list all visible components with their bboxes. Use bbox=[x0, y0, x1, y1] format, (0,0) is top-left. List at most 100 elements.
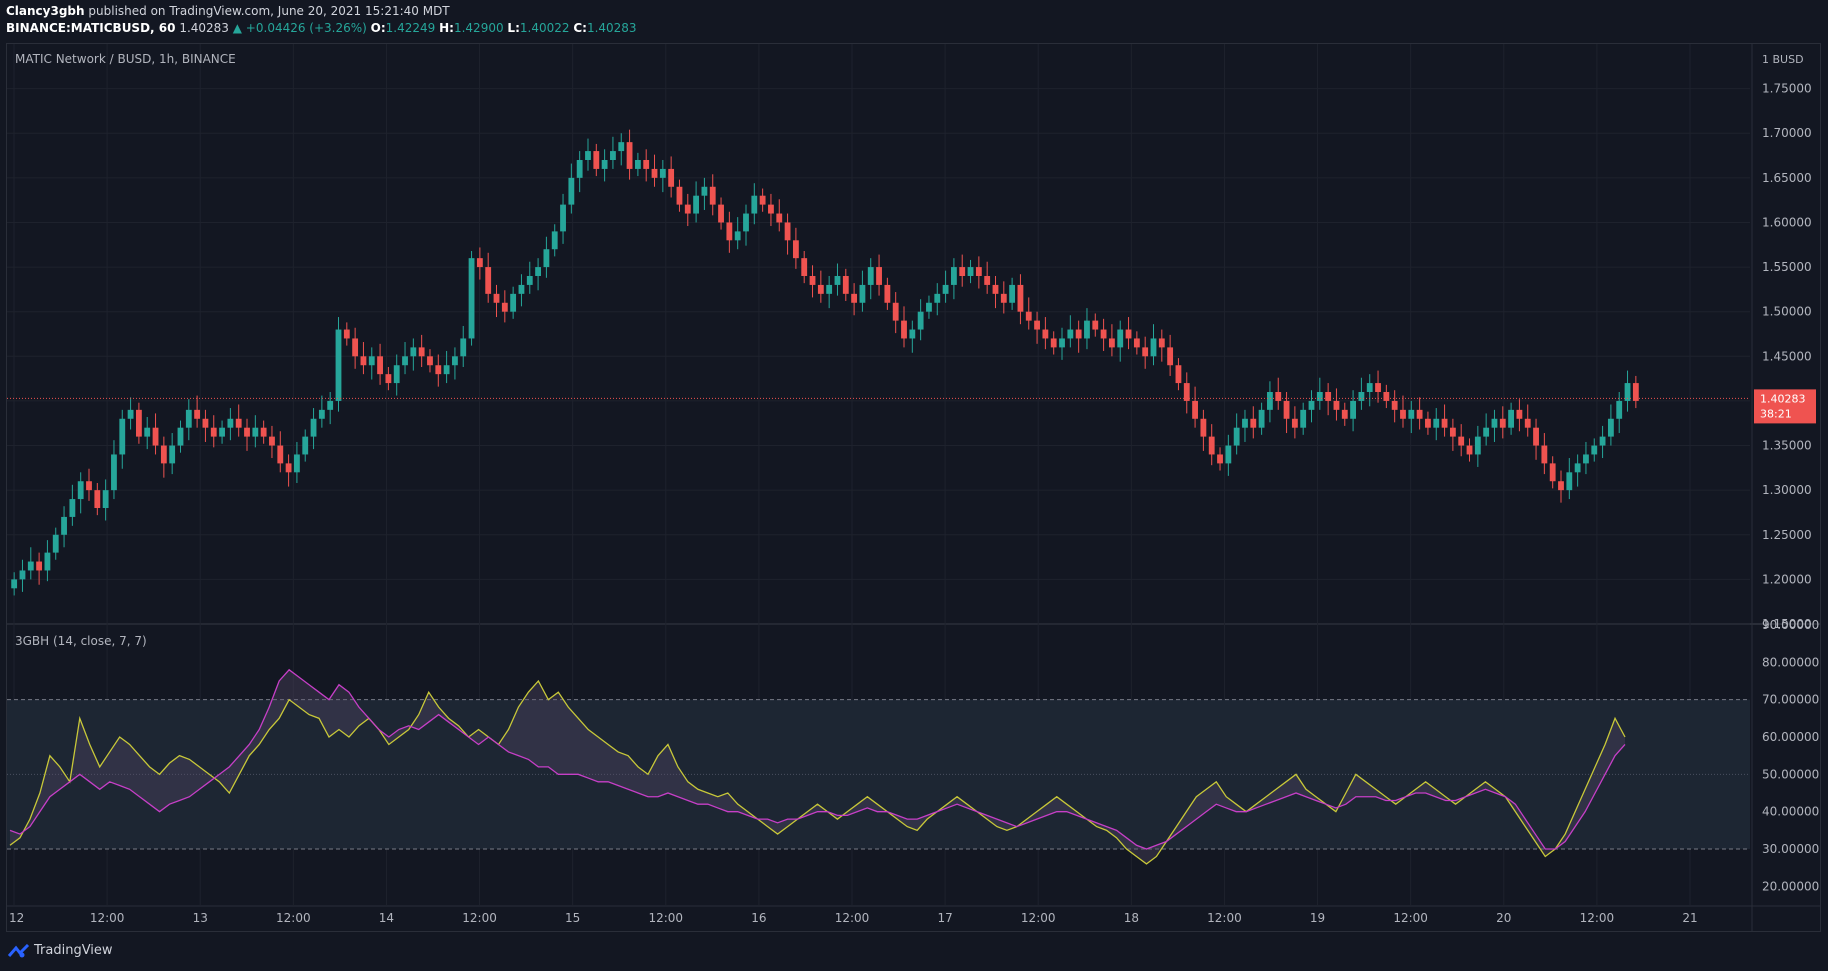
candle-body bbox=[294, 454, 300, 473]
candle-body bbox=[144, 427, 151, 437]
candle-body bbox=[1607, 418, 1614, 437]
footer: TradingView bbox=[0, 932, 1828, 971]
indicator-pane-title: 3GBH (14, close, 7, 7) bbox=[15, 634, 147, 648]
candle-body bbox=[942, 284, 949, 294]
candle-body bbox=[610, 151, 616, 160]
tradingview-logo-icon bbox=[8, 943, 30, 957]
candle-body bbox=[718, 204, 724, 223]
candle-body bbox=[385, 374, 392, 384]
candle-body bbox=[1483, 427, 1490, 437]
price-tick-label: 1.45000 bbox=[1762, 349, 1812, 363]
candle-body bbox=[1100, 329, 1107, 339]
time-tick-label: 12:00 bbox=[276, 911, 311, 925]
time-tick-label: 12:00 bbox=[90, 911, 125, 925]
candle-body bbox=[1566, 472, 1573, 491]
candle-body bbox=[867, 267, 874, 285]
time-tick-label: 12:00 bbox=[648, 911, 683, 925]
candle-body bbox=[842, 276, 849, 294]
candle-body bbox=[1466, 445, 1473, 455]
candle-body bbox=[327, 400, 334, 410]
price-tick-label: 1.70000 bbox=[1762, 126, 1812, 140]
candle-body bbox=[585, 151, 591, 160]
candle-body bbox=[643, 160, 650, 169]
candle-body bbox=[177, 427, 184, 446]
candle-body bbox=[1084, 320, 1090, 339]
candle-body bbox=[335, 329, 342, 401]
candle-body bbox=[460, 338, 467, 357]
candle-body bbox=[768, 204, 774, 214]
candle-body bbox=[1591, 445, 1598, 455]
price-tick-label: 1.30000 bbox=[1762, 483, 1812, 497]
candle-body bbox=[651, 168, 658, 178]
candle-body bbox=[1549, 463, 1556, 482]
candle-body bbox=[809, 276, 816, 285]
time-tick-label: 12 bbox=[9, 911, 24, 925]
time-tick-label: 12:00 bbox=[1393, 911, 1428, 925]
candle-body bbox=[393, 365, 400, 384]
candle-body bbox=[1366, 383, 1373, 392]
candle-body bbox=[160, 445, 167, 464]
candle-body bbox=[1092, 320, 1099, 330]
candle-body bbox=[967, 267, 974, 276]
time-tick-label: 12:00 bbox=[835, 911, 870, 925]
candle-body bbox=[626, 142, 633, 169]
candle-body bbox=[52, 534, 59, 553]
candle-body bbox=[826, 284, 833, 294]
candle-body bbox=[1275, 392, 1282, 401]
indicator-tick-label: 40.00000 bbox=[1762, 805, 1819, 819]
time-tick-label: 20 bbox=[1496, 911, 1511, 925]
candle-body bbox=[1341, 409, 1348, 419]
candle-body bbox=[377, 356, 383, 375]
candle-body bbox=[135, 409, 142, 437]
candle-body bbox=[1499, 418, 1506, 428]
candle-body bbox=[1300, 409, 1307, 428]
candle-body bbox=[1449, 427, 1456, 437]
candle-body bbox=[1599, 436, 1606, 446]
candle-body bbox=[1574, 463, 1581, 473]
candle-body bbox=[285, 463, 292, 473]
candle-body bbox=[1408, 409, 1415, 419]
candle-body bbox=[1425, 418, 1431, 428]
candle-body bbox=[102, 490, 109, 508]
candle-body bbox=[884, 284, 891, 303]
candle-body bbox=[992, 284, 999, 294]
candle-body bbox=[1034, 320, 1040, 330]
time-tick-label: 19 bbox=[1310, 911, 1325, 925]
candle-body bbox=[734, 231, 741, 241]
candle-body bbox=[368, 356, 375, 366]
candle-body bbox=[44, 552, 51, 571]
candle-body bbox=[1291, 418, 1298, 428]
candle-body bbox=[1142, 347, 1149, 357]
candle-body bbox=[518, 284, 525, 294]
candle-body bbox=[202, 418, 209, 428]
candle-body bbox=[510, 293, 517, 312]
candle-body bbox=[252, 427, 259, 437]
candle-body bbox=[86, 481, 92, 491]
candle-body bbox=[1383, 392, 1390, 401]
candle-body bbox=[984, 276, 991, 285]
candle-body bbox=[1217, 454, 1223, 464]
candle-body bbox=[1508, 409, 1515, 428]
candle-body bbox=[1325, 392, 1332, 401]
candle-body bbox=[1158, 338, 1165, 348]
candle-body bbox=[485, 267, 492, 294]
candle-body bbox=[1491, 418, 1498, 428]
candle-body bbox=[11, 579, 18, 589]
candle-body bbox=[792, 240, 799, 259]
indicator-tick-label: 20.00000 bbox=[1762, 879, 1819, 893]
time-tick-label: 12:00 bbox=[462, 911, 497, 925]
candle-body bbox=[69, 499, 76, 517]
candle-body bbox=[1458, 436, 1465, 446]
chart-canvas[interactable]: 12 12:00 13 12:00 14 12:00 15 12:00 16 12:00 17 12:… bbox=[0, 0, 1828, 971]
candle-body bbox=[152, 427, 159, 446]
candle-body bbox=[801, 258, 808, 276]
time-tick-label: 13 bbox=[193, 911, 208, 925]
candle-body bbox=[959, 267, 966, 276]
tradingview-logo[interactable]: TradingView bbox=[8, 943, 113, 958]
candle-body bbox=[568, 177, 575, 205]
candle-body bbox=[127, 409, 134, 419]
candle-body bbox=[169, 445, 176, 464]
candle-body bbox=[61, 516, 67, 535]
candle-body bbox=[851, 293, 858, 303]
price-tick-label: 1.50000 bbox=[1762, 305, 1812, 319]
